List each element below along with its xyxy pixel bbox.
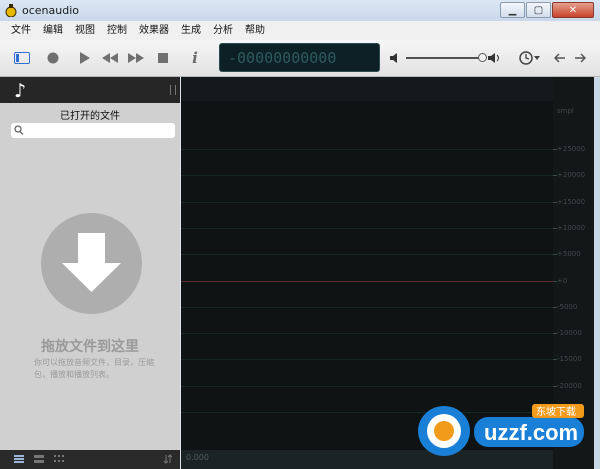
amplitude-label: +15000	[557, 197, 586, 206]
rewind-button[interactable]	[101, 49, 119, 67]
drop-zone-title: 拖放文件到这里	[41, 339, 139, 355]
maximize-icon: ▢	[533, 4, 544, 16]
drop-zone-icon	[41, 213, 142, 314]
forward-button[interactable]	[571, 49, 589, 67]
menu-file[interactable]: 文件	[0, 21, 37, 40]
music-note-icon: ♪	[14, 80, 27, 102]
play-button[interactable]	[75, 49, 93, 67]
uzzf-watermark-logo: uzzf.com 东坡下载	[418, 404, 584, 456]
grid-line	[181, 254, 553, 256]
detail-view-icon[interactable]	[34, 454, 44, 464]
speaker-high-icon	[487, 53, 499, 63]
svg-text:东坡下载: 东坡下载	[536, 405, 576, 418]
download-arrow-icon	[62, 233, 121, 292]
play-icon	[79, 52, 90, 64]
drop-zone-description: 你可以拖放音频文件，目录，压缩包，播放和播放列表。	[34, 358, 154, 379]
window-title: ocenaudio	[22, 4, 79, 17]
menu-effects[interactable]: 效果器	[133, 21, 175, 40]
amplitude-label: +10000	[557, 223, 586, 232]
maximize-button[interactable]: ▢	[526, 2, 551, 18]
record-button[interactable]	[44, 49, 62, 67]
grid-line	[181, 385, 553, 387]
grid-line	[181, 175, 553, 177]
amplitude-label: +25000	[557, 145, 586, 153]
amplitude-label: +0	[557, 276, 568, 285]
menu-analyze[interactable]: 分析	[207, 21, 239, 40]
file-sidebar: ♪ 已打开的文件 拖放文件到这里 你可以拖放音频文件，目录，压缩包，播放和播放列…	[0, 77, 180, 450]
rewind-icon	[102, 53, 118, 63]
sidebar-header: ♪	[0, 77, 180, 103]
arrow-right-icon	[575, 53, 586, 63]
file-search-input[interactable]	[11, 123, 175, 138]
volume-slider[interactable]	[406, 57, 485, 59]
speaker-low-icon	[390, 53, 397, 63]
menu-generate[interactable]: 生成	[175, 21, 207, 40]
grid-line	[181, 359, 553, 361]
grid-line	[181, 201, 553, 203]
timeline-start-label: 0.000	[186, 453, 209, 462]
list-view-icon[interactable]	[14, 454, 24, 464]
amplitude-unit-label: smpl	[557, 107, 574, 115]
menu-control[interactable]: 控制	[101, 21, 133, 40]
volume-mute-button[interactable]	[389, 49, 401, 67]
amplitude-label: +20000	[557, 171, 586, 180]
time-display: -00000000000	[219, 43, 380, 72]
waveform-overview	[181, 77, 553, 101]
stop-icon	[158, 53, 168, 63]
volume-slider-handle[interactable]	[477, 53, 487, 62]
grid-view-icon[interactable]	[54, 454, 64, 464]
grid-line	[181, 227, 553, 229]
amplitude-label: -20000	[557, 381, 582, 390]
sidebar-bottom-bar	[0, 450, 180, 469]
fast-forward-icon	[128, 53, 144, 63]
amplitude-label: +5000	[557, 250, 581, 259]
clock-icon	[519, 51, 540, 65]
menu-bar: 文件 编辑 视图 控制 效果器 生成 分析 帮助	[0, 21, 600, 40]
sidebar-icon	[14, 52, 30, 64]
amplitude-label: -5000	[557, 302, 578, 311]
toolbar: i -00000000000	[0, 40, 600, 77]
svg-text:uzzf.com: uzzf.com	[484, 420, 578, 445]
toggle-sidebar-button[interactable]	[13, 49, 31, 67]
fast-forward-button[interactable]	[127, 49, 145, 67]
zero-amplitude-line	[181, 280, 553, 282]
app-icon	[5, 4, 17, 17]
amplitude-label: -10000	[557, 329, 582, 338]
grid-line	[181, 333, 553, 335]
search-icon	[14, 125, 24, 135]
minimize-button[interactable]: ▁	[500, 2, 525, 18]
record-icon	[47, 52, 59, 64]
menu-help[interactable]: 帮助	[239, 21, 271, 40]
close-icon: ✕	[568, 4, 578, 16]
minimize-icon: ▁	[508, 4, 517, 16]
sort-icon[interactable]	[163, 454, 173, 464]
info-button[interactable]: i	[186, 49, 204, 67]
amplitude-label: -15000	[557, 355, 582, 364]
app-window: ocenaudio ▁ ▢ ✕ 文件 编辑 视图 控制 效果器 生成 分析 帮助	[0, 0, 600, 469]
arrow-left-icon	[554, 53, 565, 63]
close-button[interactable]: ✕	[552, 2, 594, 18]
grid-line	[181, 306, 553, 308]
back-button[interactable]	[551, 49, 569, 67]
window-border	[594, 77, 600, 469]
title-bar: ocenaudio ▁ ▢ ✕	[0, 0, 600, 21]
grid-line	[181, 149, 553, 150]
waveform-view[interactable]	[181, 77, 553, 450]
menu-view[interactable]: 视图	[69, 21, 101, 40]
stop-button[interactable]	[154, 49, 172, 67]
sidebar-grip-icon[interactable]	[170, 85, 176, 95]
time-readout: -00000000000	[228, 49, 337, 67]
open-files-title: 已打开的文件	[60, 111, 120, 122]
info-icon: i	[192, 49, 198, 67]
menu-edit[interactable]: 编辑	[37, 21, 69, 40]
volume-max-button[interactable]	[487, 49, 501, 67]
timer-menu-button[interactable]	[518, 49, 542, 67]
